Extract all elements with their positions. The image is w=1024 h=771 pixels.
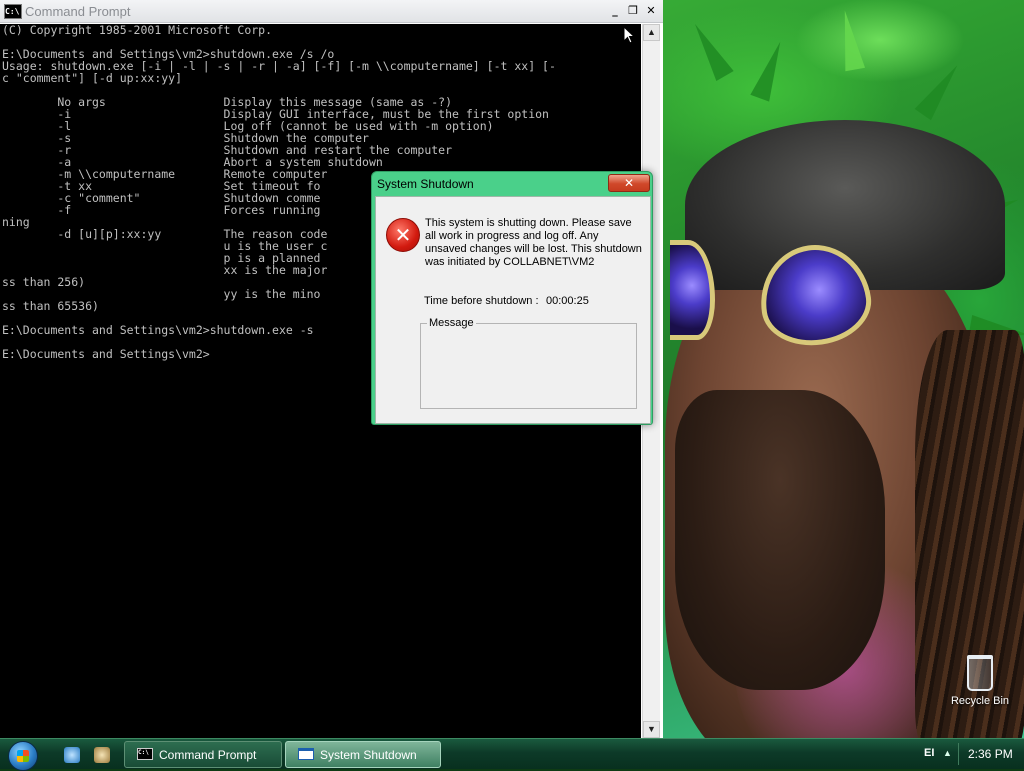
dialog-close-button[interactable]: ✕	[608, 174, 650, 192]
taskbar: C:\ Command Prompt System Shutdown EI ▲ …	[0, 738, 1024, 771]
recycle-bin[interactable]: Recycle Bin	[940, 655, 1020, 707]
dialog-body: ✕ This system is shutting down. Please s…	[375, 196, 651, 424]
cmd-icon: C:\	[137, 748, 153, 760]
message-groupbox	[420, 323, 637, 409]
wallpaper-leaf	[750, 38, 790, 102]
recycle-bin-icon	[967, 655, 993, 691]
dialog-title: System Shutdown	[377, 177, 474, 191]
taskbar-item-command-prompt[interactable]: C:\ Command Prompt	[124, 741, 282, 768]
windows-logo-icon	[17, 750, 29, 762]
system-shutdown-dialog[interactable]: System Shutdown ✕ ✕ This system is shutt…	[371, 171, 653, 425]
taskbar-item-label: System Shutdown	[320, 748, 417, 762]
command-prompt-titlebar[interactable]: C:\ Command Prompt _ ❐ ✕	[0, 0, 663, 23]
start-button[interactable]	[8, 741, 38, 771]
show-hidden-icons-arrow-icon[interactable]: ▲	[943, 748, 952, 758]
scroll-up-arrow-icon[interactable]: ▲	[643, 24, 660, 41]
maximize-button[interactable]: ❐	[625, 3, 641, 19]
language-indicator[interactable]: EI	[924, 747, 934, 759]
time-before-shutdown-value: 00:00:25	[546, 295, 589, 307]
error-icon: ✕	[386, 218, 420, 252]
minimize-button[interactable]: _	[607, 3, 623, 19]
shutdown-message: This system is shutting down. Please sav…	[425, 217, 642, 268]
tray-divider	[958, 743, 959, 765]
close-button[interactable]: ✕	[643, 3, 659, 19]
taskbar-item-label: Command Prompt	[159, 748, 257, 762]
taskbar-item-system-shutdown[interactable]: System Shutdown	[285, 741, 441, 768]
internet-explorer-icon[interactable]	[64, 747, 80, 763]
wallpaper-leaf	[834, 8, 866, 72]
wallpaper-portrait	[665, 120, 1024, 738]
portrait-beard	[675, 390, 885, 690]
system-clock[interactable]: 2:36 PM	[968, 747, 1013, 761]
quick-launch-icon[interactable]	[94, 747, 110, 763]
cmd-icon: C:\	[4, 4, 22, 19]
time-before-shutdown-label: Time before shutdown :	[424, 295, 539, 307]
wallpaper-leaf	[686, 19, 734, 81]
scroll-down-arrow-icon[interactable]: ▼	[643, 721, 660, 738]
message-groupbox-label: Message	[427, 317, 476, 329]
recycle-bin-label: Recycle Bin	[950, 695, 1010, 707]
window-icon	[298, 748, 314, 760]
wallpaper-leaf	[914, 59, 966, 121]
command-prompt-title: Command Prompt	[25, 4, 131, 19]
